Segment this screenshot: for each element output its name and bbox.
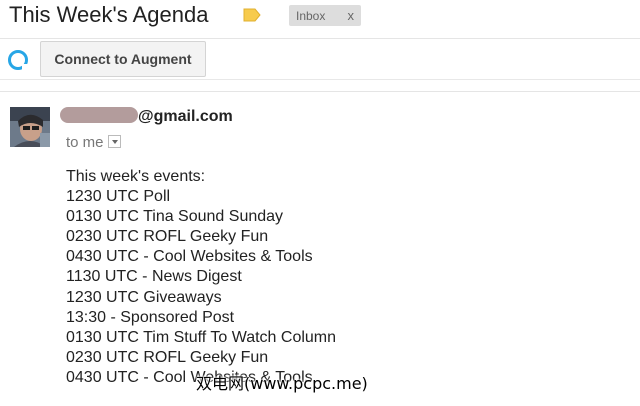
body-line: 1230 UTC Poll — [66, 188, 171, 206]
sender-address: @gmail.com — [60, 107, 233, 129]
watermark: 双电网(www.pcpc.me) — [196, 374, 368, 393]
body-line: This week's events: — [66, 168, 206, 185]
connect-to-augment-button[interactable]: Connect to Augment — [40, 41, 206, 77]
body-line: 0130 UTC Tina Sound Sunday — [66, 208, 284, 226]
body-line: 1230 UTC Giveaways — [66, 288, 222, 306]
recipient-text: to me — [66, 134, 104, 151]
label-tag-icon[interactable] — [243, 8, 261, 22]
body-line: 0230 UTC ROFL Geeky Fun — [66, 228, 269, 246]
recipient-line: to me — [66, 134, 121, 151]
redacted-username — [60, 107, 138, 123]
body-line: 0230 UTC ROFL Geeky Fun — [66, 348, 269, 366]
details-dropdown-icon[interactable] — [107, 135, 121, 148]
inbox-label-text: Inbox — [296, 9, 326, 23]
divider — [0, 79, 640, 80]
email-body: This week's events: 1230 UTC Poll 0130 U… — [66, 167, 336, 388]
remove-label-button[interactable]: x — [348, 8, 355, 23]
augment-logo-icon[interactable] — [8, 50, 28, 70]
body-line: 1130 UTC - News Digest — [66, 268, 242, 286]
body-line: 0130 UTC Tim Stuff To Watch Column — [66, 328, 337, 346]
sender-domain: @gmail.com — [138, 108, 233, 125]
sender-avatar[interactable] — [10, 107, 50, 147]
subject-bar: This Week's Agenda Inbox x — [0, 0, 640, 40]
inbox-label-chip: Inbox x — [289, 5, 361, 26]
body-line: 0430 UTC - Cool Websites & Tools — [66, 248, 313, 266]
body-line: 13:30 - Sponsored Post — [66, 308, 235, 326]
divider — [0, 38, 640, 39]
email-subject: This Week's Agenda — [9, 2, 209, 27]
divider — [0, 91, 640, 92]
